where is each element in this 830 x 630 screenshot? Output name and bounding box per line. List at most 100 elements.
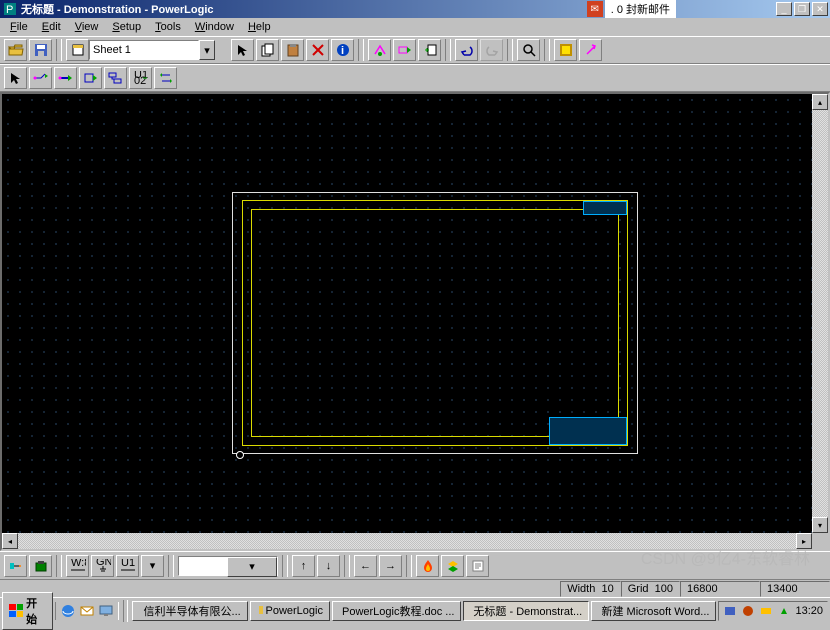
part-edit-button[interactable]	[393, 39, 416, 61]
start-button[interactable]: 开始	[2, 592, 53, 630]
status-bar: Width 10 Grid 100 16800 13400	[0, 579, 830, 597]
status-grid: Grid 100	[621, 581, 680, 597]
app-icon: P	[2, 1, 18, 17]
minimize-button[interactable]: _	[776, 2, 792, 16]
add-hierarchical[interactable]	[104, 67, 127, 89]
add-connection[interactable]	[29, 67, 52, 89]
sheet-button[interactable]	[418, 39, 441, 61]
taskbar: 开始 信利半导体有限公... PowerLogic WPowerLogic教程.…	[0, 597, 830, 623]
part-add-button[interactable]	[368, 39, 391, 61]
sheet-selector[interactable]: ▾	[66, 39, 215, 61]
outlook-icon[interactable]	[78, 602, 96, 620]
menu-window[interactable]: Window	[189, 20, 240, 34]
tray-icon-1[interactable]	[723, 604, 737, 618]
system-tray: 13:20	[718, 601, 828, 621]
add-netname[interactable]: U102	[129, 67, 152, 89]
open-button[interactable]	[4, 39, 27, 61]
svg-text:W:8: W:8	[71, 559, 86, 569]
ie-icon[interactable]	[59, 602, 77, 620]
bottom-toolbar: W:8 GND U1:1 ▾ ▾ ↑ ↓ ← →	[0, 551, 830, 579]
menu-tools[interactable]: Tools	[149, 20, 187, 34]
task-item-4[interactable]: 无标题 - Demonstrat...	[463, 601, 589, 621]
delete-button[interactable]	[306, 39, 329, 61]
tray-icon-2[interactable]	[741, 604, 755, 618]
menu-help[interactable]: Help	[242, 20, 277, 34]
filter-combo[interactable]: ▾	[178, 556, 278, 576]
status-x: 16800	[680, 581, 760, 597]
select-mode[interactable]	[4, 67, 27, 89]
menu-edit[interactable]: Edit	[36, 20, 67, 34]
save-button[interactable]	[29, 39, 52, 61]
maximize-button[interactable]: ❐	[794, 2, 810, 16]
main-toolbar: ▾ i	[0, 36, 830, 64]
windows-icon	[9, 604, 23, 618]
sheet-border[interactable]	[242, 200, 628, 446]
svg-text:02: 02	[134, 75, 146, 85]
width-button[interactable]: W:8	[66, 555, 89, 577]
vertical-scrollbar[interactable]: ▴ ▾	[812, 94, 828, 533]
scroll-right-icon[interactable]: ▸	[796, 533, 812, 549]
task-item-3[interactable]: WPowerLogic教程.doc ...	[332, 601, 461, 621]
zoom-button[interactable]	[517, 39, 540, 61]
add-bus[interactable]	[54, 67, 77, 89]
scroll-left-icon[interactable]: ◂	[2, 533, 18, 549]
mail-notification[interactable]: . 0 封新邮件	[605, 0, 676, 18]
title-block-bottom[interactable]	[549, 417, 627, 445]
undo-button[interactable]	[455, 39, 478, 61]
svg-text:i: i	[341, 45, 344, 57]
add-part[interactable]	[79, 67, 102, 89]
menu-view[interactable]: View	[69, 20, 105, 34]
gnd-button[interactable]: GND	[91, 555, 114, 577]
sheet-icon	[66, 39, 89, 61]
desktop-icon[interactable]	[97, 602, 115, 620]
quick-launch	[55, 602, 119, 620]
left-button[interactable]: ←	[354, 555, 377, 577]
pin-count-button[interactable]: U1:1	[116, 555, 139, 577]
paste-button[interactable]	[281, 39, 304, 61]
select-tool[interactable]	[231, 39, 254, 61]
sheet-dropdown-icon[interactable]: ▾	[199, 40, 215, 60]
redraw-button[interactable]	[579, 39, 602, 61]
up-button[interactable]: ↑	[292, 555, 315, 577]
dropdown-icon[interactable]: ▾	[141, 555, 164, 577]
down-button[interactable]: ↓	[317, 555, 340, 577]
menu-setup[interactable]: Setup	[106, 20, 147, 34]
view-nets[interactable]	[4, 555, 27, 577]
view-board[interactable]	[29, 555, 52, 577]
task-item-1[interactable]: 信利半导体有限公...	[132, 601, 248, 621]
sheet-inner-border	[251, 209, 619, 437]
sheet-input[interactable]	[89, 40, 199, 60]
status-y: 13400	[760, 581, 830, 597]
close-button[interactable]: ✕	[812, 2, 828, 16]
work-area: ▴ ▾ ◂ ▸	[0, 92, 830, 551]
task-item-2[interactable]: PowerLogic	[250, 601, 330, 621]
copy-button[interactable]	[256, 39, 279, 61]
window-title: 无标题 - Demonstration - PowerLogic	[21, 1, 214, 17]
scroll-up-icon[interactable]: ▴	[812, 94, 828, 110]
horizontal-scrollbar[interactable]: ◂ ▸	[2, 533, 828, 549]
right-button[interactable]: →	[379, 555, 402, 577]
task-item-5[interactable]: W新建 Microsoft Word...	[591, 601, 716, 621]
tray-icon-3[interactable]	[759, 604, 773, 618]
origin-marker	[236, 451, 244, 459]
redo-button[interactable]	[480, 39, 503, 61]
swap-pins[interactable]	[154, 67, 177, 89]
mail-icon[interactable]: ✉	[587, 1, 603, 17]
menu-bar: File Edit View Setup Tools Window Help	[0, 18, 830, 36]
svg-text:P: P	[6, 4, 13, 16]
tray-icon-4[interactable]	[777, 604, 791, 618]
layers-icon[interactable]	[441, 555, 464, 577]
info-button[interactable]: i	[331, 39, 354, 61]
flame-icon[interactable]	[416, 555, 439, 577]
scroll-down-icon[interactable]: ▾	[812, 517, 828, 533]
svg-text:U1:1: U1:1	[121, 559, 136, 569]
title-bar: P 无标题 - Demonstration - PowerLogic ✉ . 0…	[0, 0, 830, 18]
schematic-canvas[interactable]	[2, 94, 828, 533]
title-block-top[interactable]	[583, 201, 627, 215]
display-colors-button[interactable]	[554, 39, 577, 61]
script-icon[interactable]	[466, 555, 489, 577]
menu-file[interactable]: File	[4, 20, 34, 34]
status-width: Width 10	[560, 581, 621, 597]
design-toolbar: U102	[0, 64, 830, 92]
clock[interactable]: 13:20	[795, 605, 823, 617]
